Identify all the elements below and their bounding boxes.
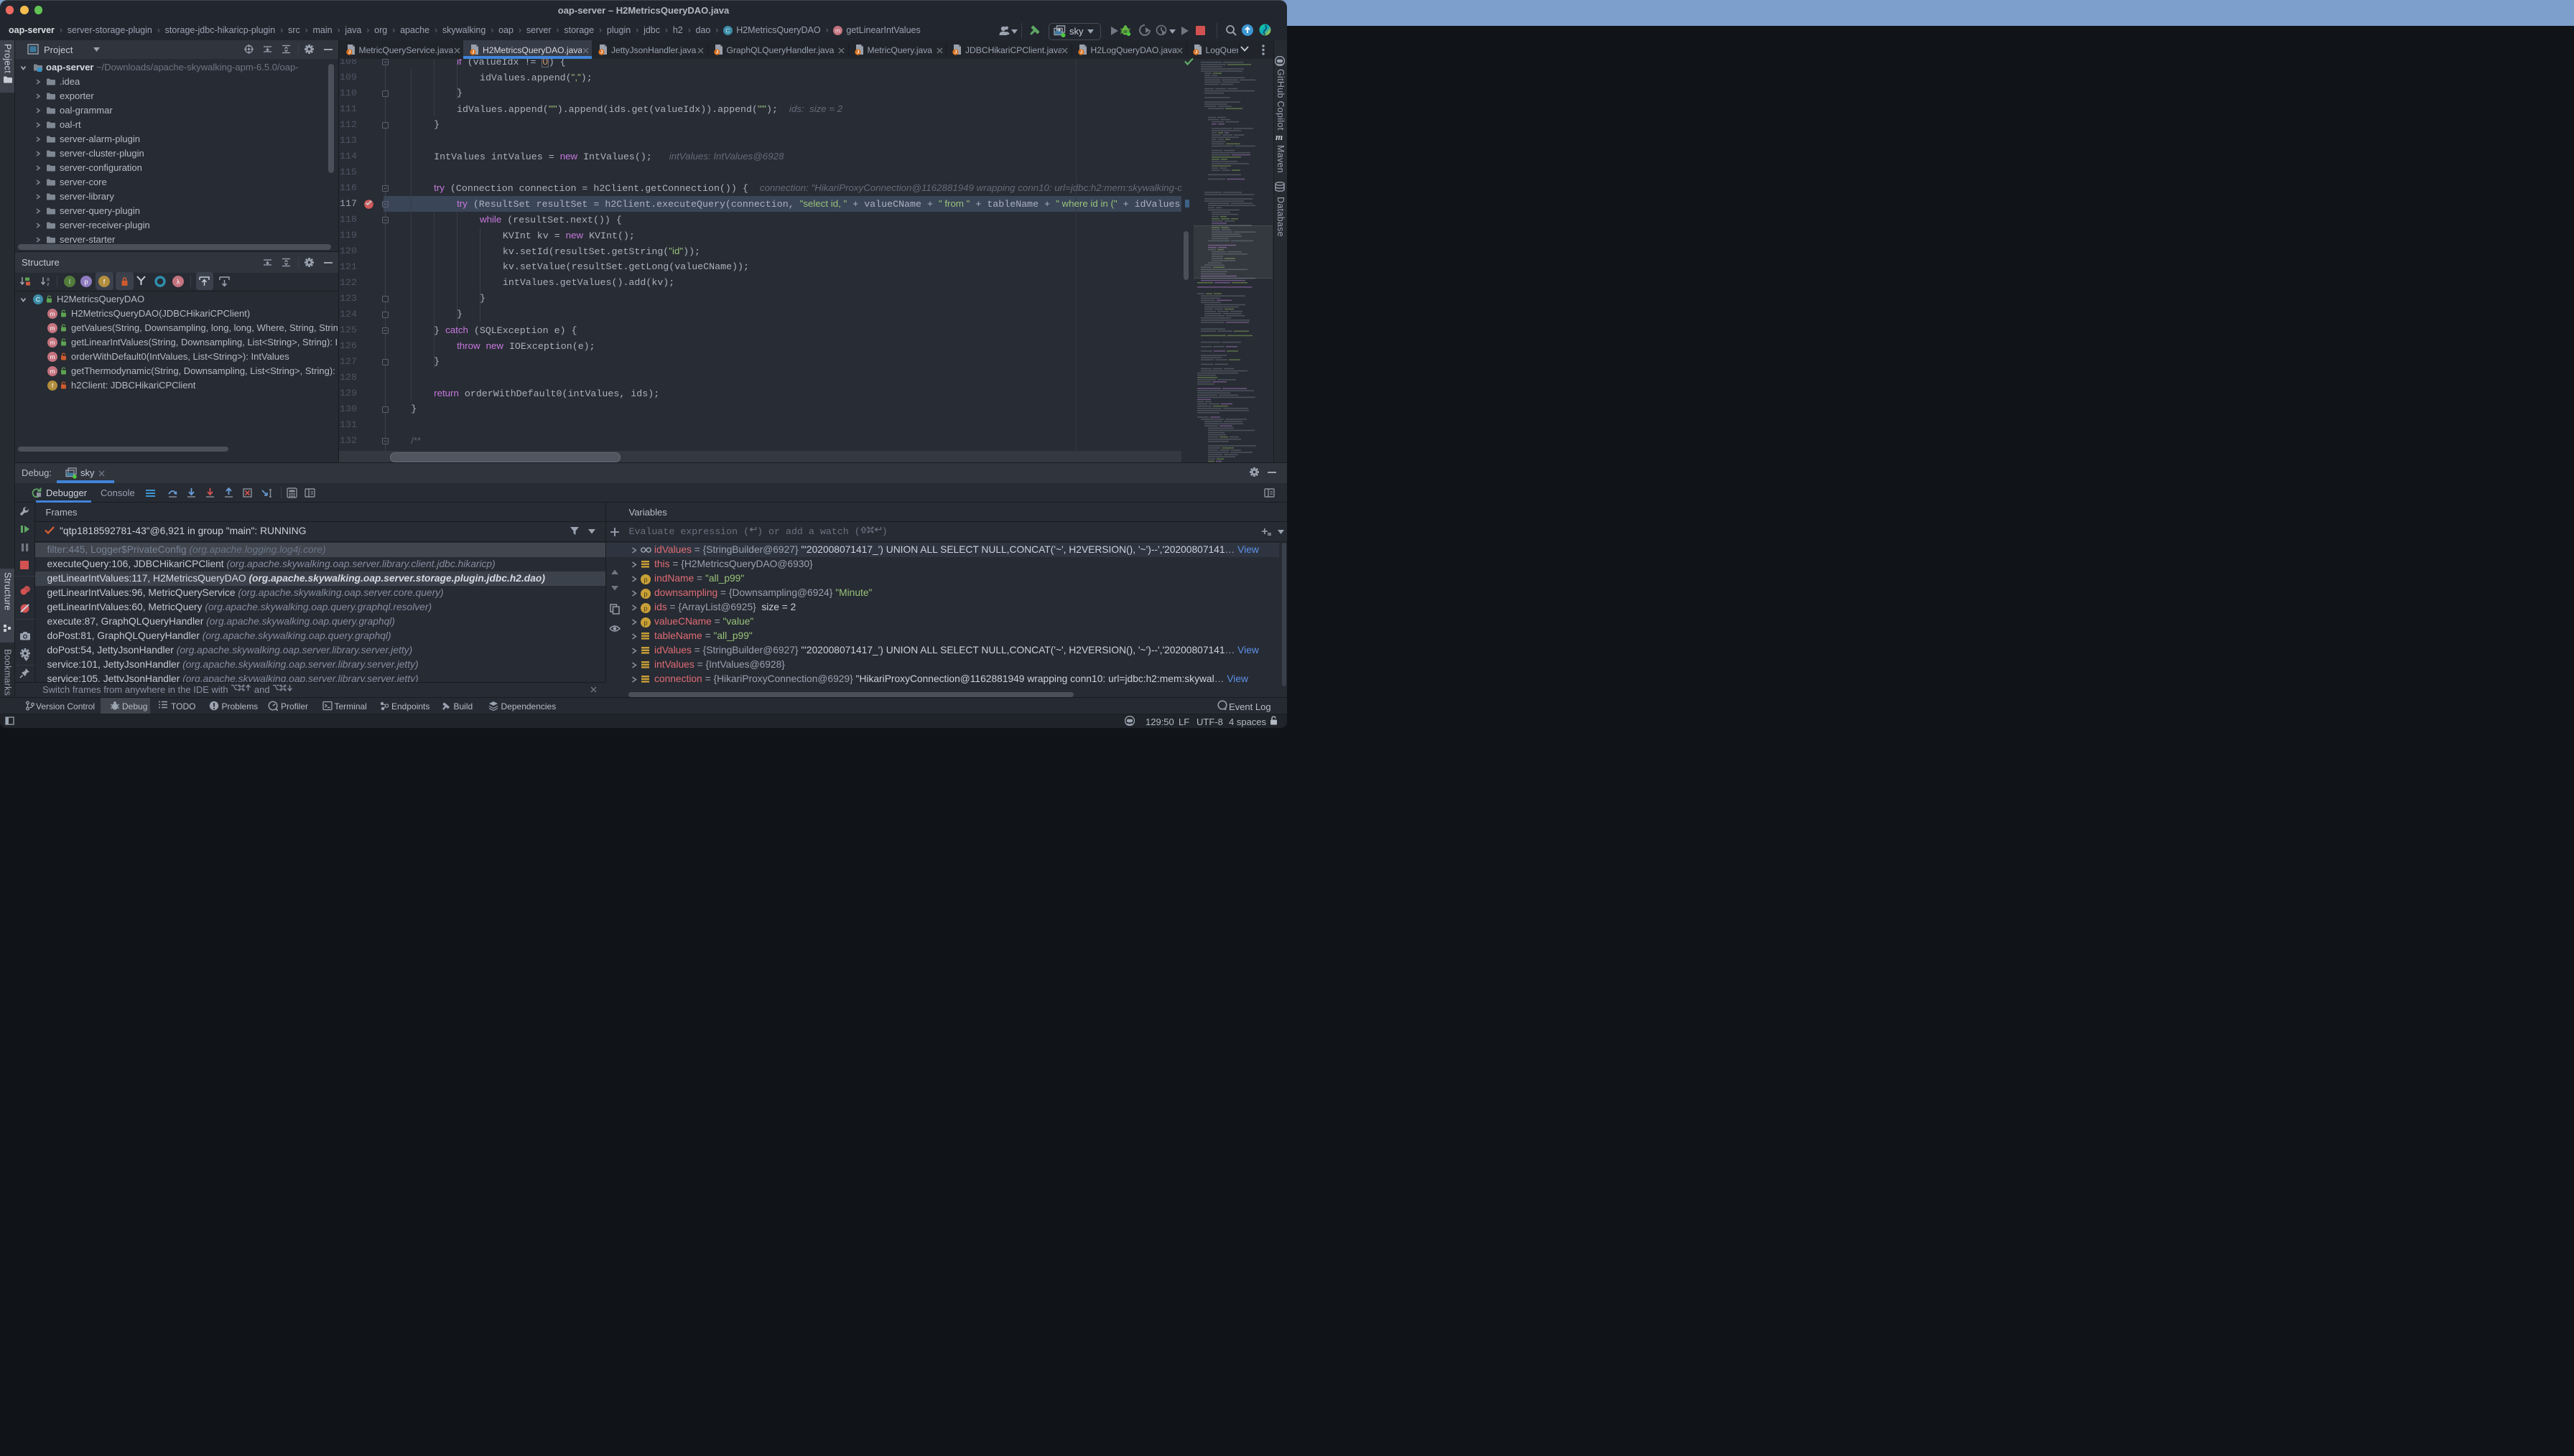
svg-text:J: J <box>1079 50 1082 55</box>
svg-text:m: m <box>50 325 55 332</box>
svg-text:J: J <box>954 50 957 55</box>
svg-text:m: m <box>50 368 55 375</box>
svg-text:I: I <box>69 278 71 285</box>
svg-text:z: z <box>47 282 50 286</box>
svg-text:m: m <box>835 27 840 34</box>
svg-text:J: J <box>715 50 718 55</box>
svg-text:m: m <box>50 353 55 360</box>
svg-text:J: J <box>348 50 350 55</box>
svg-text:J: J <box>472 50 475 55</box>
svg-text:p: p <box>644 619 647 626</box>
svg-text:J: J <box>1194 50 1197 55</box>
svg-text:J: J <box>856 50 859 55</box>
svg-text:C: C <box>36 296 40 303</box>
svg-text:a: a <box>47 277 50 282</box>
svg-text:λ: λ <box>177 278 180 285</box>
svg-text:m: m <box>50 339 55 346</box>
svg-text:p: p <box>644 576 647 583</box>
svg-text:J: J <box>600 50 603 55</box>
svg-text:p: p <box>644 590 647 597</box>
svg-text:p: p <box>84 278 88 285</box>
svg-text:C: C <box>726 27 730 34</box>
svg-text:p: p <box>644 605 647 612</box>
svg-text:m: m <box>50 310 55 317</box>
